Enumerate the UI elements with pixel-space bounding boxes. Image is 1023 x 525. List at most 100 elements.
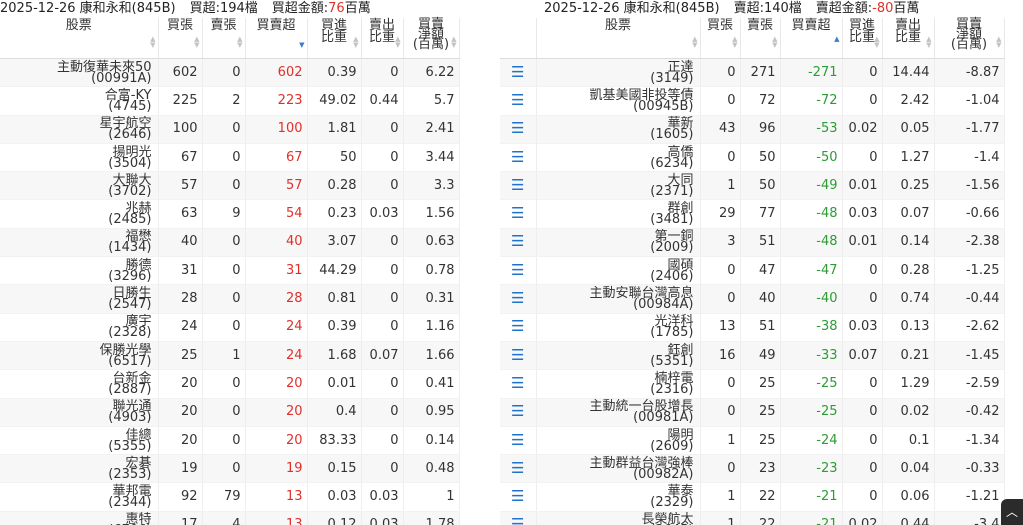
col-header-net[interactable]: 買賣超 ▲: [780, 18, 843, 59]
stock-name-cell[interactable]: 福懋 (1434): [0, 228, 159, 258]
stock-name-cell[interactable]: 國碩 (2406): [536, 256, 701, 286]
col-header-sell-ratio[interactable]: 賣出 比重 ▲ ▼: [882, 18, 935, 59]
table-row[interactable]: ☰ 主動群益台灣強棒 (00982A) 0 23 -23 0 0.04 -0.33: [500, 454, 1005, 484]
row-list-button[interactable]: ☰: [500, 511, 537, 525]
stock-name-cell[interactable]: 兆赫 (2485): [0, 199, 159, 229]
table-row[interactable]: 台新金 (2887) 20 0 20 0.01 0 0.41: [0, 369, 460, 399]
table-row[interactable]: 合富-KY (4745) 225 2 223 49.02 0.44 5.7: [0, 86, 460, 116]
stock-name-cell[interactable]: 宏碁 (2353): [0, 454, 159, 484]
table-row[interactable]: 勝德 (3296) 31 0 31 44.29 0 0.78: [0, 256, 460, 286]
stock-name-cell[interactable]: 星宇航空 (2646): [0, 115, 159, 144]
row-list-button[interactable]: ☰: [500, 454, 537, 484]
table-row[interactable]: ☰ 鈺創 (5351) 16 49 -33 0.07 0.21 -1.45: [500, 341, 1005, 371]
row-list-button[interactable]: ☰: [500, 284, 537, 314]
table-row[interactable]: 宏碁 (2353) 19 0 19 0.15 0 0.48: [0, 454, 460, 484]
row-list-button[interactable]: ☰: [500, 199, 537, 229]
row-list-button[interactable]: ☰: [500, 426, 537, 456]
stock-name-cell[interactable]: 主動統一台股增長 (00981A): [536, 398, 701, 427]
col-header-amount[interactable]: 買賣 淨額 (百萬) ▲ ▼: [934, 18, 1005, 59]
stock-name-cell[interactable]: 主動安聯台灣高息 (00984A): [536, 284, 701, 314]
table-row[interactable]: ☰ 主動統一台股增長 (00981A) 0 25 -25 0 0.02 -0.42: [500, 398, 1005, 427]
row-list-button[interactable]: ☰: [500, 228, 537, 258]
row-list-button[interactable]: ☰: [500, 341, 537, 371]
table-row[interactable]: 日勝生 (2547) 28 0 28 0.81 0 0.31: [0, 284, 460, 314]
table-row[interactable]: ☰ 楠梓電 (2316) 0 25 -25 0 1.29 -2.59: [500, 369, 1005, 399]
stock-name-cell[interactable]: 華邦電 (2344): [0, 482, 159, 512]
stock-name-cell[interactable]: 凱基美國非投等債 (00945B): [536, 86, 701, 116]
table-row[interactable]: 福懋 (1434) 40 0 40 3.07 0 0.63: [0, 228, 460, 258]
stock-name-cell[interactable]: 主動群益台灣強棒 (00982A): [536, 454, 701, 484]
col-header-buy-ratio[interactable]: 買進 比重 ▲ ▼: [842, 18, 883, 59]
col-header-net[interactable]: 買賣超 ▼: [245, 18, 308, 59]
col-header-buy-ratio[interactable]: 買進 比重 ▲ ▼: [307, 18, 362, 59]
col-header-sell-ratio[interactable]: 賣出 比重 ▲ ▼: [361, 18, 404, 59]
row-list-button[interactable]: ☰: [500, 482, 537, 512]
table-row[interactable]: 保勝光學 (6517) 25 1 24 1.68 0.07 1.66: [0, 341, 460, 371]
stock-name-cell[interactable]: 光洋科 (1785): [536, 313, 701, 342]
stock-name-cell[interactable]: 台新金 (2887): [0, 369, 159, 399]
stock-name-cell[interactable]: 主動復華未來50 (00991A): [0, 58, 159, 88]
row-list-button[interactable]: ☰: [500, 86, 537, 116]
stock-name-cell[interactable]: 佳總 (5355): [0, 426, 159, 456]
row-list-button[interactable]: ☰: [500, 369, 537, 399]
table-row[interactable]: 華邦電 (2344) 92 79 13 0.03 0.03 1: [0, 482, 460, 512]
stock-name-cell[interactable]: 廣宇 (2328): [0, 313, 159, 342]
table-row[interactable]: 廣宇 (2328) 24 0 24 0.39 0 1.16: [0, 313, 460, 342]
stock-name-cell[interactable]: 勝德 (3296): [0, 256, 159, 286]
stock-name-cell[interactable]: 大聯大 (3702): [0, 171, 159, 201]
table-row[interactable]: ☰ 大同 (2371) 1 50 -49 0.01 0.25 -1.56: [500, 171, 1005, 201]
stock-name-cell[interactable]: 第一銅 (2009): [536, 228, 701, 258]
table-row[interactable]: 主動復華未來50 (00991A) 602 0 602 0.39 0 6.22: [0, 58, 460, 88]
table-row[interactable]: ☰ 群創 (3481) 29 77 -48 0.03 0.07 -0.66: [500, 199, 1005, 229]
table-row[interactable]: 大聯大 (3702) 57 0 57 0.28 0 3.3: [0, 171, 460, 201]
row-list-button[interactable]: ☰: [500, 115, 537, 144]
col-header-buy[interactable]: 買張 ▲ ▼: [700, 18, 741, 59]
stock-name-cell[interactable]: 鈺創 (5351): [536, 341, 701, 371]
stock-name-cell[interactable]: 長榮航太(2645): [536, 511, 701, 525]
stock-name-cell[interactable]: 合富-KY (4745): [0, 86, 159, 116]
table-row[interactable]: ☰ 第一銅 (2009) 3 51 -48 0.01 0.14 -2.38: [500, 228, 1005, 258]
scroll-up-button[interactable]: ︿: [1001, 499, 1023, 525]
stock-name-cell[interactable]: 惠特(6706): [0, 511, 159, 525]
stock-name-cell[interactable]: 聯光通 (4903): [0, 398, 159, 427]
row-list-button[interactable]: ☰: [500, 58, 537, 88]
table-row[interactable]: ☰ 光洋科 (1785) 13 51 -38 0.03 0.13 -2.62: [500, 313, 1005, 342]
col-header-buy[interactable]: 買張 ▲ ▼: [158, 18, 203, 59]
table-row[interactable]: ☰ 正達 (3149) 0 271 -271 0 14.44 -8.87: [500, 58, 1005, 88]
table-row[interactable]: 佳總 (5355) 20 0 20 83.33 0 0.14: [0, 426, 460, 456]
table-row[interactable]: ☰ 長榮航太(2645)122-210.020.44-3.4: [500, 511, 1005, 525]
stock-name-cell[interactable]: 揚明光 (3504): [0, 143, 159, 173]
table-row[interactable]: ☰ 凱基美國非投等債 (00945B) 0 72 -72 0 2.42 -1.04: [500, 86, 1005, 116]
table-row[interactable]: ☰ 主動安聯台灣高息 (00984A) 0 40 -40 0 0.74 -0.44: [500, 284, 1005, 314]
table-row[interactable]: 聯光通 (4903) 20 0 20 0.4 0 0.95: [0, 398, 460, 427]
row-list-button[interactable]: ☰: [500, 171, 537, 201]
table-row[interactable]: 揚明光 (3504) 67 0 67 50 0 3.44: [0, 143, 460, 173]
stock-name-cell[interactable]: 群創 (3481): [536, 199, 701, 229]
row-list-button[interactable]: ☰: [500, 143, 537, 173]
stock-name-cell[interactable]: 保勝光學 (6517): [0, 341, 159, 371]
row-list-button[interactable]: ☰: [500, 313, 537, 342]
row-list-button[interactable]: ☰: [500, 398, 537, 427]
stock-name-cell[interactable]: 華新 (1605): [536, 115, 701, 144]
stock-name-cell[interactable]: 華泰 (2329): [536, 482, 701, 512]
col-header-stock[interactable]: 股票 ▲ ▼: [536, 18, 701, 59]
col-header-stock[interactable]: 股票 ▲ ▼: [0, 18, 159, 59]
stock-name-cell[interactable]: 大同 (2371): [536, 171, 701, 201]
stock-name-cell[interactable]: 高僑 (6234): [536, 143, 701, 173]
table-row[interactable]: 星宇航空 (2646) 100 0 100 1.81 0 2.41: [0, 115, 460, 144]
row-list-button[interactable]: ☰: [500, 256, 537, 286]
stock-name-cell[interactable]: 楠梓電 (2316): [536, 369, 701, 399]
col-header-sell[interactable]: 賣張 ▲ ▼: [202, 18, 246, 59]
stock-name-cell[interactable]: 正達 (3149): [536, 58, 701, 88]
table-row[interactable]: ☰ 華新 (1605) 43 96 -53 0.02 0.05 -1.77: [500, 115, 1005, 144]
col-header-amount[interactable]: 買賣 淨額 (百萬) ▲ ▼: [403, 18, 460, 59]
table-row[interactable]: ☰ 陽明 (2609) 1 25 -24 0 0.1 -1.34: [500, 426, 1005, 456]
table-row[interactable]: 惠特(6706)174130.120.031.78: [0, 511, 460, 525]
stock-name-cell[interactable]: 陽明 (2609): [536, 426, 701, 456]
table-row[interactable]: ☰ 華泰 (2329) 1 22 -21 0 0.06 -1.21: [500, 482, 1005, 512]
table-row[interactable]: 兆赫 (2485) 63 9 54 0.23 0.03 1.56: [0, 199, 460, 229]
table-row[interactable]: ☰ 國碩 (2406) 0 47 -47 0 0.28 -1.25: [500, 256, 1005, 286]
col-header-sell[interactable]: 賣張 ▲ ▼: [740, 18, 781, 59]
table-row[interactable]: ☰ 高僑 (6234) 0 50 -50 0 1.27 -1.4: [500, 143, 1005, 173]
stock-name-cell[interactable]: 日勝生 (2547): [0, 284, 159, 314]
